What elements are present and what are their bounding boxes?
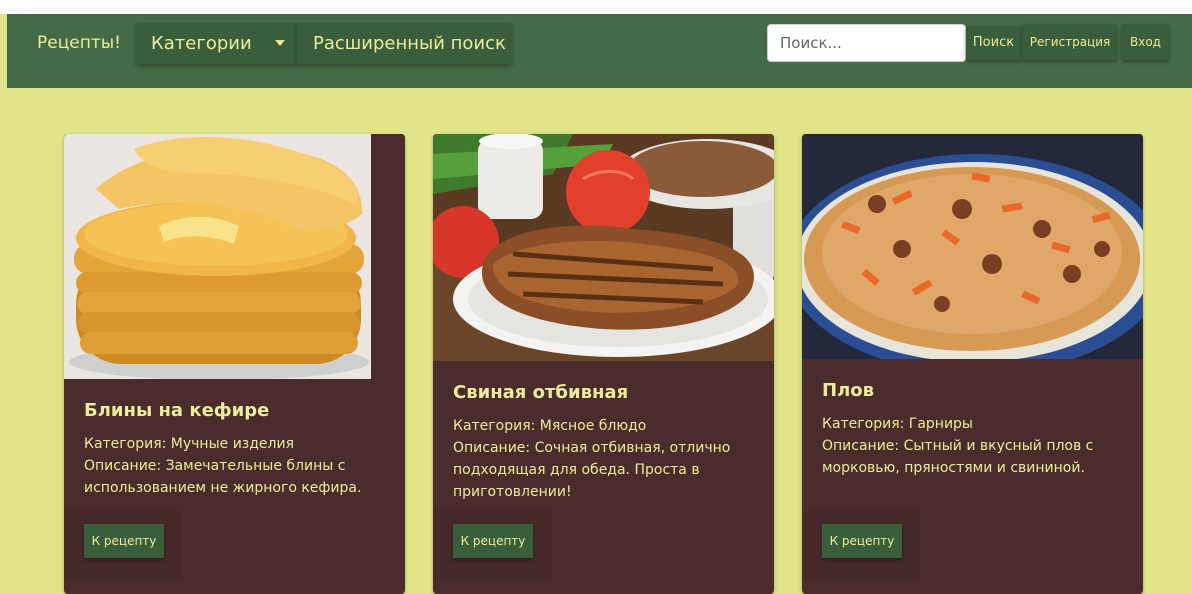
to-recipe-button[interactable]: К рецепту <box>84 524 164 558</box>
navbar: Рецепты! Категории Расширенный поиск Пои… <box>7 14 1192 88</box>
recipe-description: Описание: Замечательные блины с использо… <box>84 458 362 496</box>
brand-link[interactable]: Рецепты! <box>37 33 121 53</box>
recipe-title: Плов <box>822 380 875 401</box>
recipe-category: Категория: Мучные изделия <box>84 436 294 452</box>
caret-down-icon <box>275 40 285 46</box>
recipe-card: Плов Категория: Гарниры Описание: Сытный… <box>802 134 1143 594</box>
top-strip <box>0 0 1192 14</box>
categories-label: Категории <box>151 33 252 54</box>
recipe-info: Категория: Мясное блюдо Описание: Сочная… <box>453 415 758 503</box>
register-button[interactable]: Регистрация <box>1023 24 1117 60</box>
advanced-search-button[interactable]: Расширенный поиск <box>297 23 512 64</box>
pancakes-image <box>64 134 405 379</box>
recipe-title: Свиная отбивная <box>453 382 629 403</box>
recipe-info: Категория: Мучные изделия Описание: Заме… <box>84 433 389 499</box>
recipe-description: Описание: Сочная отбивная, отлично подхо… <box>453 440 731 500</box>
recipe-info: Категория: Гарниры Описание: Сытный и вк… <box>822 413 1127 479</box>
categories-dropdown[interactable]: Категории <box>136 23 297 64</box>
recipe-title: Блины на кефире <box>84 400 270 421</box>
to-recipe-button[interactable]: К рецепту <box>453 524 533 558</box>
recipe-category: Категория: Гарниры <box>822 416 973 432</box>
recipe-card: Свиная отбивная Категория: Мясное блюдо … <box>433 134 774 594</box>
recipe-card: Блины на кефире Категория: Мучные издели… <box>64 134 405 594</box>
recipe-description: Описание: Сытный и вкусный плов с морков… <box>822 438 1094 476</box>
recipe-category: Категория: Мясное блюдо <box>453 418 647 434</box>
to-recipe-button[interactable]: К рецепту <box>822 524 902 558</box>
login-button[interactable]: Вход <box>1122 24 1169 60</box>
pilaf-image <box>802 134 1143 359</box>
search-input[interactable] <box>767 24 966 62</box>
pork-chop-image <box>433 134 774 361</box>
search-button[interactable]: Поиск <box>966 26 1021 60</box>
